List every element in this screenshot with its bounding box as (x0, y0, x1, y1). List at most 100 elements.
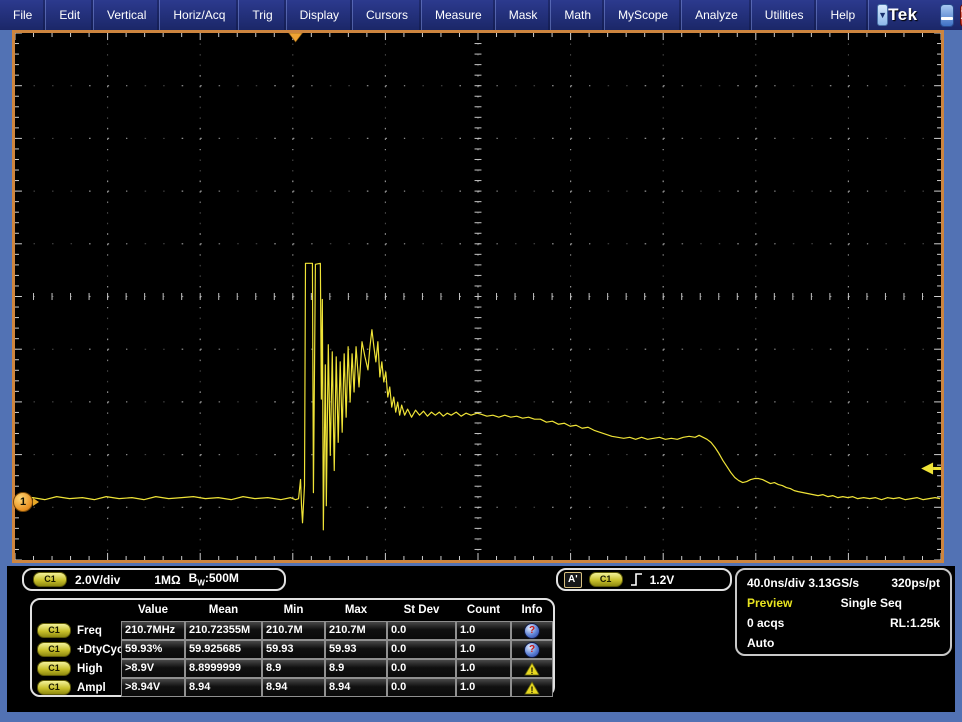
trigger-channel-badge: C1 (589, 572, 623, 587)
trigger-level-value: 1.2V (650, 573, 675, 587)
question-info-icon[interactable]: ? (524, 623, 540, 639)
tek-logo: Tek (888, 0, 918, 30)
measurement-name: Freq (77, 625, 102, 637)
measurement-cell-min: 210.7M (262, 621, 325, 640)
measurement-name: Ampl (77, 682, 106, 694)
column-header-min: Min (262, 602, 325, 619)
column-header-max: Max (325, 602, 387, 619)
acquisition-mode: Single Seq (841, 593, 902, 613)
menu-item-vertical[interactable]: Vertical (94, 0, 160, 30)
bandwidth: BW:500M (189, 571, 239, 587)
menu-item-analyze[interactable]: Analyze (682, 0, 752, 30)
acquisition-count: 0 acqs (747, 613, 784, 633)
menu-items: FileEditVerticalHoriz/AcqTrigDisplayCurs… (0, 0, 869, 30)
measurement-cell-min: 8.9 (262, 659, 325, 678)
trigger-readout-panel[interactable]: A' C1 1.2V (556, 568, 732, 591)
measurement-row-label: C1 +DtyCyc (35, 640, 121, 659)
menu-item-utilities[interactable]: Utilities (752, 0, 818, 30)
measurement-cell-min: 59.93 (262, 640, 325, 659)
trigger-source-badge: A' (564, 572, 582, 588)
channel1-position-marker[interactable]: 1 (13, 492, 33, 512)
trigger-mode: Auto (747, 633, 774, 653)
measurement-cell-value: >8.9V (121, 659, 185, 678)
info-cell: ? (511, 640, 553, 659)
measurement-cell-value: >8.94V (121, 678, 185, 697)
table-corner (35, 602, 121, 619)
measurement-table: ValueMeanMinMaxSt DevCountInfo C1 Freq 210.… (35, 602, 550, 697)
measurement-cell-value: 59.93% (121, 640, 185, 659)
column-header-mean: Mean (185, 602, 262, 619)
measurement-cell-count: 1.0 (456, 678, 511, 697)
column-header-info: Info (511, 602, 553, 619)
menu-item-math[interactable]: Math (551, 0, 605, 30)
readout-area: C1 2.0V/div 1MΩ BW:500M A' C1 1.2V 40.0n… (7, 566, 955, 712)
question-info-icon[interactable]: ? (524, 642, 540, 658)
measurement-row-label: C1 High (35, 659, 121, 678)
menu-item-edit[interactable]: Edit (46, 0, 94, 30)
svg-text:!: ! (531, 685, 534, 695)
waveform-display: 1 (12, 30, 944, 563)
measurement-cell-max: 59.93 (325, 640, 387, 659)
measurement-cell-mean: 8.94 (185, 678, 262, 697)
channel-badge: C1 (37, 623, 71, 638)
menu-item-measure[interactable]: Measure (422, 0, 496, 30)
rising-edge-icon (630, 572, 643, 587)
channel-badge: C1 (33, 572, 67, 587)
measurement-cell-max: 8.94 (325, 678, 387, 697)
column-header-count: Count (456, 602, 511, 619)
resolution: 320ps/pt (891, 573, 940, 593)
measurement-cell-stdev: 0.0 (387, 640, 456, 659)
warning-info-icon[interactable]: ! (524, 662, 540, 676)
channel-badge: C1 (37, 680, 71, 695)
menu-dropdown-button[interactable]: ▼ (877, 4, 888, 26)
measurement-cell-count: 1.0 (456, 659, 511, 678)
menu-item-cursors[interactable]: Cursors (353, 0, 422, 30)
menu-bar: FileEditVerticalHoriz/AcqTrigDisplayCurs… (0, 0, 962, 30)
measurement-row-label: C1 Ampl (35, 678, 121, 697)
measurement-row-label: C1 Freq (35, 621, 121, 640)
horizontal-readout-panel[interactable]: 40.0ns/div 3.13GS/s 320ps/pt Preview Sin… (735, 568, 952, 656)
graticule-and-waveform (15, 33, 941, 560)
menu-item-mask[interactable]: Mask (496, 0, 552, 30)
channel-badge: C1 (37, 642, 71, 657)
preview-status: Preview (747, 593, 792, 613)
minimize-button[interactable] (940, 4, 954, 27)
measurement-name: +DtyCyc (77, 644, 123, 656)
measurement-cell-value: 210.7MHz (121, 621, 185, 640)
svg-text:!: ! (531, 666, 534, 676)
menu-item-help[interactable]: Help (817, 0, 869, 30)
channel-badge: C1 (37, 661, 71, 676)
channel-readout-panel[interactable]: C1 2.0V/div 1MΩ BW:500M (22, 568, 286, 591)
column-header-stdev: St Dev (387, 602, 456, 619)
measurement-cell-min: 8.94 (262, 678, 325, 697)
menu-item-horizacq[interactable]: Horiz/Acq (160, 0, 239, 30)
measurement-cell-stdev: 0.0 (387, 621, 456, 640)
column-header-value: Value (121, 602, 185, 619)
measurement-cell-mean: 8.8999999 (185, 659, 262, 678)
measurement-cell-count: 1.0 (456, 640, 511, 659)
menu-item-file[interactable]: File (0, 0, 46, 30)
trigger-position-marker[interactable] (289, 33, 303, 42)
info-cell: ! (511, 659, 553, 678)
menu-item-myscope[interactable]: MyScope (605, 0, 682, 30)
menu-item-display[interactable]: Display (287, 0, 353, 30)
info-cell: ! (511, 678, 553, 697)
minimize-icon (941, 17, 953, 20)
trigger-level-arrow[interactable] (921, 462, 941, 474)
input-impedance: 1MΩ (154, 573, 180, 587)
info-cell: ? (511, 621, 553, 640)
measurement-cell-max: 8.9 (325, 659, 387, 678)
warning-info-icon[interactable]: ! (524, 681, 540, 695)
measurement-cell-stdev: 0.0 (387, 659, 456, 678)
measurement-cell-mean: 210.72355M (185, 621, 262, 640)
record-length: RL:1.25k (890, 613, 940, 633)
menu-item-trig[interactable]: Trig (239, 0, 286, 30)
vertical-scale: 2.0V/div (75, 573, 120, 587)
measurement-cell-max: 210.7M (325, 621, 387, 640)
timebase-and-rate: 40.0ns/div 3.13GS/s (747, 573, 859, 593)
measurement-cell-stdev: 0.0 (387, 678, 456, 697)
measurement-name: High (77, 663, 103, 675)
measurement-cell-count: 1.0 (456, 621, 511, 640)
channel1-waveform (20, 263, 940, 530)
measurement-table-panel: ValueMeanMinMaxSt DevCountInfo C1 Freq 210.… (30, 598, 555, 697)
